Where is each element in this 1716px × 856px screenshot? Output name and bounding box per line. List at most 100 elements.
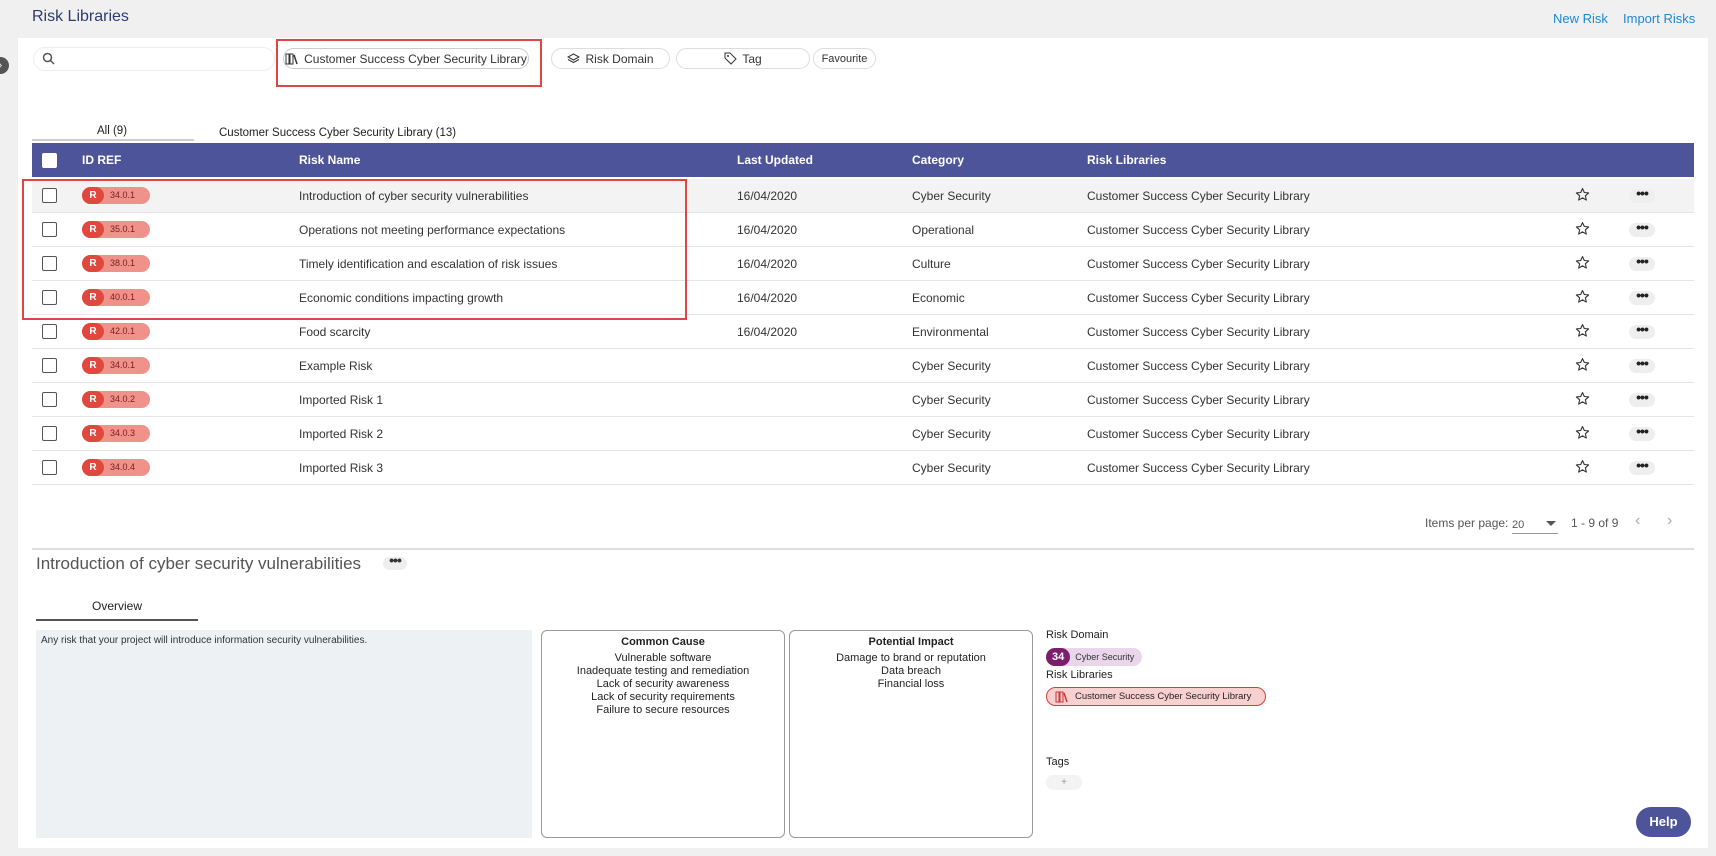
row-checkbox[interactable] (42, 222, 57, 237)
tag-filter-chip[interactable]: Tag (676, 48, 810, 69)
favourite-star-button[interactable] (1575, 221, 1590, 239)
favourite-star-button[interactable] (1575, 289, 1590, 307)
risk-name-cell[interactable]: Food scarcity (299, 325, 370, 339)
common-cause-item: Failure to secure resources (596, 704, 730, 716)
id-ref-badge: R 34.0.3 (82, 425, 150, 442)
import-risks-link[interactable]: Import Risks (1623, 11, 1695, 26)
category-cell: Cyber Security (912, 189, 991, 203)
last-updated-cell: 16/04/2020 (737, 325, 798, 339)
table-row[interactable]: R 40.0.1 Economic conditions impacting gro… (32, 281, 1694, 315)
table-row[interactable]: R 34.0.3 Imported Risk 2 Cyber Security Cust… (32, 417, 1694, 451)
search-input[interactable] (62, 51, 262, 67)
row-more-button[interactable]: ••• (1629, 254, 1655, 271)
col-risk-libraries[interactable]: Risk Libraries (1087, 153, 1166, 167)
favourite-star-button[interactable] (1575, 323, 1590, 341)
risk-type-badge: R (82, 357, 104, 374)
prev-page-button[interactable]: ‹ (1635, 512, 1640, 530)
library-icon (285, 53, 298, 64)
row-more-button[interactable]: ••• (1629, 356, 1655, 373)
row-checkbox[interactable] (42, 392, 57, 407)
risk-domain-filter-chip[interactable]: Risk Domain (551, 48, 670, 69)
table-row[interactable]: R 38.0.1 Timely identification and escalat… (32, 247, 1694, 281)
id-ref-badge: R 34.0.4 (82, 459, 150, 476)
next-page-button[interactable]: › (1667, 512, 1672, 530)
star-icon (1575, 324, 1590, 337)
risk-name-cell[interactable]: Introduction of cyber security vulnerabi… (299, 189, 528, 203)
pagination-range: 1 - 9 of 9 (1571, 516, 1619, 530)
row-more-button[interactable]: ••• (1629, 458, 1655, 475)
table-row[interactable]: R 34.0.2 Imported Risk 1 Cyber Security Cust… (32, 383, 1694, 417)
table-row[interactable]: R 34.0.1 Example Risk Cyber Security Custome… (32, 349, 1694, 383)
items-per-page-select[interactable]: 20 (1512, 516, 1558, 534)
row-checkbox[interactable] (42, 188, 57, 203)
add-tag-button[interactable]: + (1046, 775, 1082, 790)
category-cell: Operational (912, 223, 975, 237)
risk-name-cell[interactable]: Imported Risk 2 (299, 427, 383, 441)
row-checkbox[interactable] (42, 256, 57, 271)
table-row[interactable]: R 42.0.1 Food scarcity 16/04/2020 Environmen… (32, 315, 1694, 349)
star-icon (1575, 222, 1590, 235)
row-more-button[interactable]: ••• (1629, 424, 1655, 441)
category-cell: Cyber Security (912, 393, 991, 407)
new-risk-link[interactable]: New Risk (1553, 11, 1608, 26)
id-ref-badge: R 40.0.1 (82, 289, 150, 306)
tab-overview[interactable]: Overview (92, 599, 142, 613)
risk-type-badge: R (82, 459, 104, 476)
common-cause-title: Common Cause (621, 636, 705, 648)
table-row[interactable]: R 34.0.1 Introduction of cyber security vu… (32, 179, 1694, 213)
risk-name-cell[interactable]: Operations not meeting performance expec… (299, 223, 565, 237)
tab-all[interactable]: All (9) (97, 125, 127, 137)
detail-more-button[interactable]: ••• (383, 553, 407, 570)
risk-name-cell[interactable]: Economic conditions impacting growth (299, 291, 503, 305)
risk-library-cell: Customer Success Cyber Security Library (1087, 427, 1310, 441)
row-checkbox[interactable] (42, 290, 57, 305)
tags-label: Tags (1046, 756, 1070, 768)
row-checkbox[interactable] (42, 324, 57, 339)
search-icon (42, 52, 55, 65)
favourite-star-button[interactable] (1575, 357, 1590, 375)
row-more-button[interactable]: ••• (1629, 220, 1655, 237)
risk-domain-filter-label: Risk Domain (585, 51, 654, 66)
risk-library-cell: Customer Success Cyber Security Library (1087, 325, 1310, 339)
favourite-filter-chip[interactable]: Favourite (813, 48, 876, 69)
col-last-updated[interactable]: Last Updated (737, 153, 813, 167)
help-button[interactable]: Help (1636, 807, 1691, 837)
row-checkbox[interactable] (42, 358, 57, 373)
select-all-checkbox[interactable] (42, 153, 57, 168)
risk-library-chip[interactable]: Customer Success Cyber Security Library (1046, 687, 1266, 706)
sidebar-toggle-icon[interactable]: › (0, 57, 9, 74)
table-row[interactable]: R 35.0.1 Operations not meeting performanc… (32, 213, 1694, 247)
col-risk-name[interactable]: Risk Name (299, 153, 360, 167)
library-filter-chip[interactable]: Customer Success Cyber Security Library (283, 48, 529, 69)
risk-description: Any risk that your project will introduc… (36, 630, 532, 838)
risk-name-cell[interactable]: Example Risk (299, 359, 372, 373)
risk-name-cell[interactable]: Timely identification and escalation of … (299, 257, 557, 271)
risk-library-cell: Customer Success Cyber Security Library (1087, 359, 1310, 373)
col-id-ref[interactable]: ID REF (82, 153, 121, 167)
favourite-star-button[interactable] (1575, 459, 1590, 477)
row-more-button[interactable]: ••• (1629, 322, 1655, 339)
last-updated-cell: 16/04/2020 (737, 257, 798, 271)
risk-type-badge: R (82, 255, 104, 272)
star-icon (1575, 392, 1590, 405)
id-ref-value: 34.0.4 (110, 462, 136, 472)
risk-name-cell[interactable]: Imported Risk 3 (299, 461, 383, 475)
tab-library[interactable]: Customer Success Cyber Security Library … (219, 127, 456, 139)
favourite-star-button[interactable] (1575, 391, 1590, 409)
row-more-button[interactable]: ••• (1629, 186, 1655, 203)
favourite-star-button[interactable] (1575, 255, 1590, 273)
risk-name-cell[interactable]: Imported Risk 1 (299, 393, 383, 407)
row-checkbox[interactable] (42, 460, 57, 475)
row-more-button[interactable]: ••• (1629, 390, 1655, 407)
row-checkbox[interactable] (42, 426, 57, 441)
potential-impact-item: Damage to brand or reputation (836, 652, 986, 664)
id-ref-badge: R 34.0.1 (82, 187, 150, 204)
risk-domain-chip[interactable]: 34 Cyber Security (1046, 648, 1143, 666)
col-category[interactable]: Category (912, 153, 964, 167)
category-cell: Cyber Security (912, 461, 991, 475)
row-more-button[interactable]: ••• (1629, 288, 1655, 305)
search-field[interactable] (33, 47, 275, 71)
table-row[interactable]: R 34.0.4 Imported Risk 3 Cyber Security Cust… (32, 451, 1694, 485)
favourite-star-button[interactable] (1575, 187, 1590, 205)
favourite-star-button[interactable] (1575, 425, 1590, 443)
